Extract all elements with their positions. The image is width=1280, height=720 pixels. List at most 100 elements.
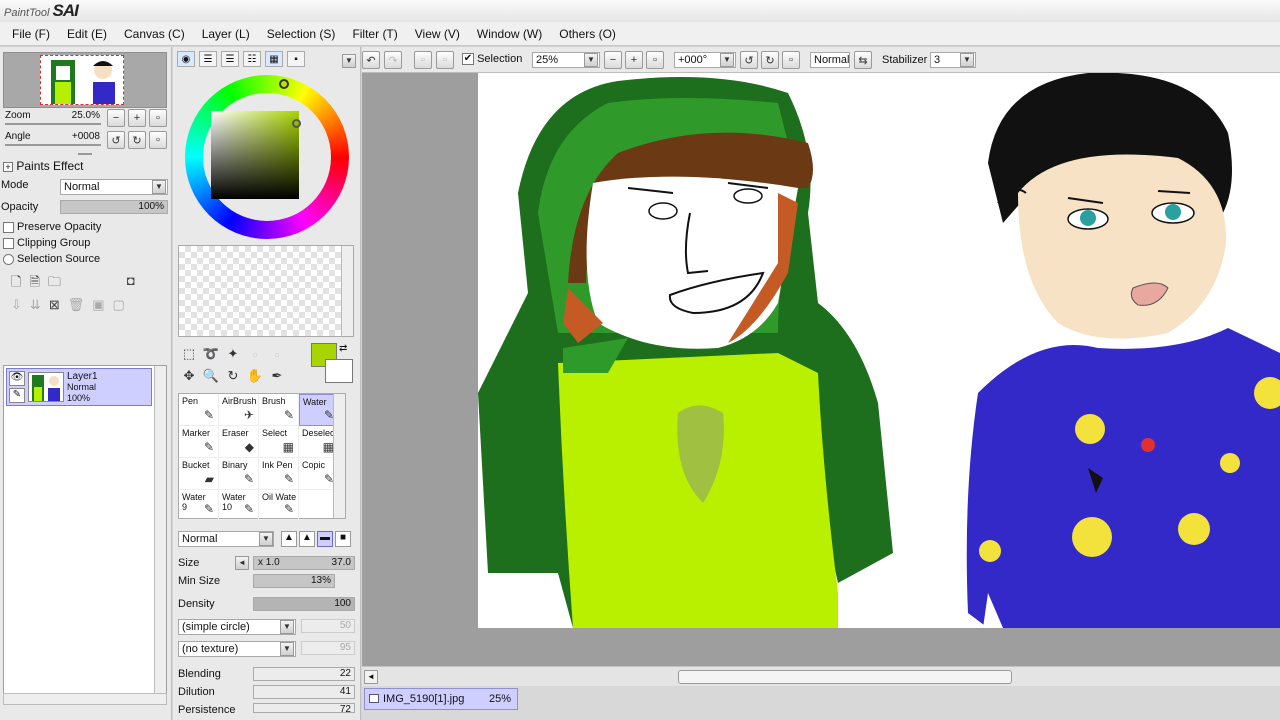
menu-edit[interactable]: Edit (E) [61,27,113,41]
shape-flat-icon[interactable]: ■ [335,531,351,547]
scroll-thumb[interactable] [678,670,1012,684]
swap-colors-icon[interactable]: ⇄ [339,343,347,354]
eye-icon[interactable]: 👁 [9,371,25,386]
new-layer-icon[interactable]: 🗋 [11,273,21,293]
min-size-slider[interactable]: 13% [253,574,335,588]
rotate-tool-icon[interactable]: ↻ [223,367,243,385]
swatches-tab-icon[interactable]: ▦ [265,51,283,67]
color-mixer-tab-icon[interactable]: ☷ [243,51,261,67]
brush-blend-arrow[interactable]: ▼ [259,532,273,546]
hsv-slider-tab-icon[interactable]: ☰ [221,51,239,67]
layer-mask-icon[interactable]: ◘ [127,273,135,293]
brush-binary[interactable]: Binary ✎ [219,458,259,490]
brush-select[interactable]: Select ▦ [259,426,299,458]
zoom-out-button[interactable]: − [107,109,125,127]
merge-down-icon[interactable]: ⇊ [30,297,41,317]
preserve-opacity-checkbox[interactable]: Preserve Opacity [3,221,101,233]
brush-pen[interactable]: Pen ✎ [179,394,219,426]
apply-mask-icon[interactable]: ▣ [92,297,104,317]
zoom-slider[interactable] [5,123,101,125]
brush-shape-select[interactable]: (simple circle) [178,619,296,635]
persistence-slider[interactable]: 72 [253,703,355,713]
canvas-zoom-in-button[interactable]: + [625,51,643,69]
deselect-button[interactable]: ▫ [414,51,432,69]
mode-dropdown-arrow[interactable]: ▼ [152,180,166,194]
shape-soft-icon[interactable]: ▬ [317,531,333,547]
rgb-slider-tab-icon[interactable]: ☰ [199,51,217,67]
canvas-paper[interactable] [478,73,1280,628]
canvas-horizontal-scrollbar[interactable]: ◄ [362,666,1280,686]
brush-water-9[interactable]: Water 9 ✎ [179,490,219,520]
size-slider[interactable]: x 1.0 37.0 [253,556,355,570]
brush-bucket[interactable]: Bucket ▰ [179,458,219,490]
layer-list-hscroll[interactable] [3,693,167,705]
canvas-area[interactable] [362,73,1280,666]
brush-oil-water[interactable]: Oil Wate ✎ [259,490,299,520]
new-linework-layer-icon[interactable]: 🗎 [29,273,39,293]
tool-slot-icon[interactable]: ▫ [245,345,265,363]
sv-marker[interactable] [292,119,301,128]
menu-view[interactable]: View (V) [409,27,466,41]
canvas-rotate-left-button[interactable]: ↺ [740,51,758,69]
brush-lock-icon[interactable]: ✎ [9,388,25,403]
navigator-preview[interactable] [3,52,167,108]
tool-slot-icon[interactable]: ▫ [267,345,287,363]
layer-row[interactable]: 👁 ✎ Layer1 Normal 100% [6,368,152,406]
opacity-slider[interactable]: 100% [60,200,168,214]
rect-select-icon[interactable]: ⬚ [179,345,199,363]
shape-sharp-icon[interactable]: ▲ [281,531,297,547]
color-panel-menu-arrow[interactable]: ▼ [342,54,356,68]
flip-canvas-button[interactable]: ⇆ [854,51,872,69]
rotate-reset-button[interactable]: ▫ [149,131,167,149]
menu-canvas[interactable]: Canvas (C) [118,27,191,41]
clipping-group-checkbox[interactable]: Clipping Group [3,237,90,249]
undo-button[interactable]: ↶ [362,51,380,69]
menu-selection[interactable]: Selection (S) [261,27,342,41]
blending-slider[interactable]: 22 [253,667,355,681]
secondary-color-swatch[interactable] [325,359,353,383]
rotate-left-button[interactable]: ↺ [107,131,125,149]
layer-list-scrollbar[interactable] [154,366,166,704]
canvas-zoom-reset-button[interactable]: ▫ [646,51,664,69]
redo-button[interactable]: ↷ [384,51,402,69]
color-wheel-tab-icon[interactable]: ◉ [177,51,195,67]
brush-airbrush[interactable]: AirBrush ✈ [219,394,259,426]
canvas-zoom-out-button[interactable]: − [604,51,622,69]
scroll-left-arrow[interactable]: ◄ [364,670,378,684]
swatch-area[interactable] [178,245,354,337]
rotate-right-button[interactable]: ↻ [128,131,146,149]
saturation-value-square[interactable] [211,111,301,199]
magic-wand-icon[interactable]: ✦ [223,345,243,363]
angle-slider[interactable] [5,144,101,146]
panel-splitter[interactable] [78,153,92,155]
density-slider[interactable]: 100 [253,597,355,611]
hand-icon[interactable]: ✋ [245,367,265,385]
navigator-thumbnail[interactable] [40,55,124,105]
menu-window[interactable]: Window (W) [471,27,548,41]
scratchpad-tab-icon[interactable]: ▪ [287,51,305,67]
selection-toggle[interactable]: ✔ Selection [462,53,522,66]
size-multiplier-arrow[interactable]: ◄ [235,556,249,570]
brush-eraser[interactable]: Eraser ◆ [219,426,259,458]
menu-layer[interactable]: Layer (L) [196,27,256,41]
layer-list[interactable]: 👁 ✎ Layer1 Normal 100% [3,365,167,705]
selection-source-radio[interactable]: Selection Source [3,253,100,265]
brush-texture-select[interactable]: (no texture) [178,641,296,657]
hue-marker[interactable] [279,79,289,89]
clear-layer-icon[interactable]: ⊠ [49,297,60,317]
brush-shape-strength[interactable]: 50 [301,619,355,633]
paints-effect-header[interactable]: + Paints Effect [3,159,84,173]
brush-shape-arrow[interactable]: ▼ [280,620,294,634]
brush-texture-strength[interactable]: 95 [301,641,355,655]
lasso-icon[interactable]: ➰ [201,345,221,363]
selection-checkbox[interactable]: ✔ [462,53,474,66]
brush-water-10[interactable]: Water 10 ✎ [219,490,259,520]
zoom-reset-button[interactable]: ▫ [149,109,167,127]
stabilizer-arrow[interactable]: ▼ [960,53,974,67]
new-folder-icon[interactable]: 🗀 [48,273,61,293]
brush-brush[interactable]: Brush ✎ [259,394,299,426]
canvas-rotate-right-button[interactable]: ↻ [761,51,779,69]
brush-ink-pen[interactable]: Ink Pen ✎ [259,458,299,490]
brush-grid-scrollbar[interactable] [333,394,345,518]
menu-file[interactable]: File (F) [6,27,56,41]
